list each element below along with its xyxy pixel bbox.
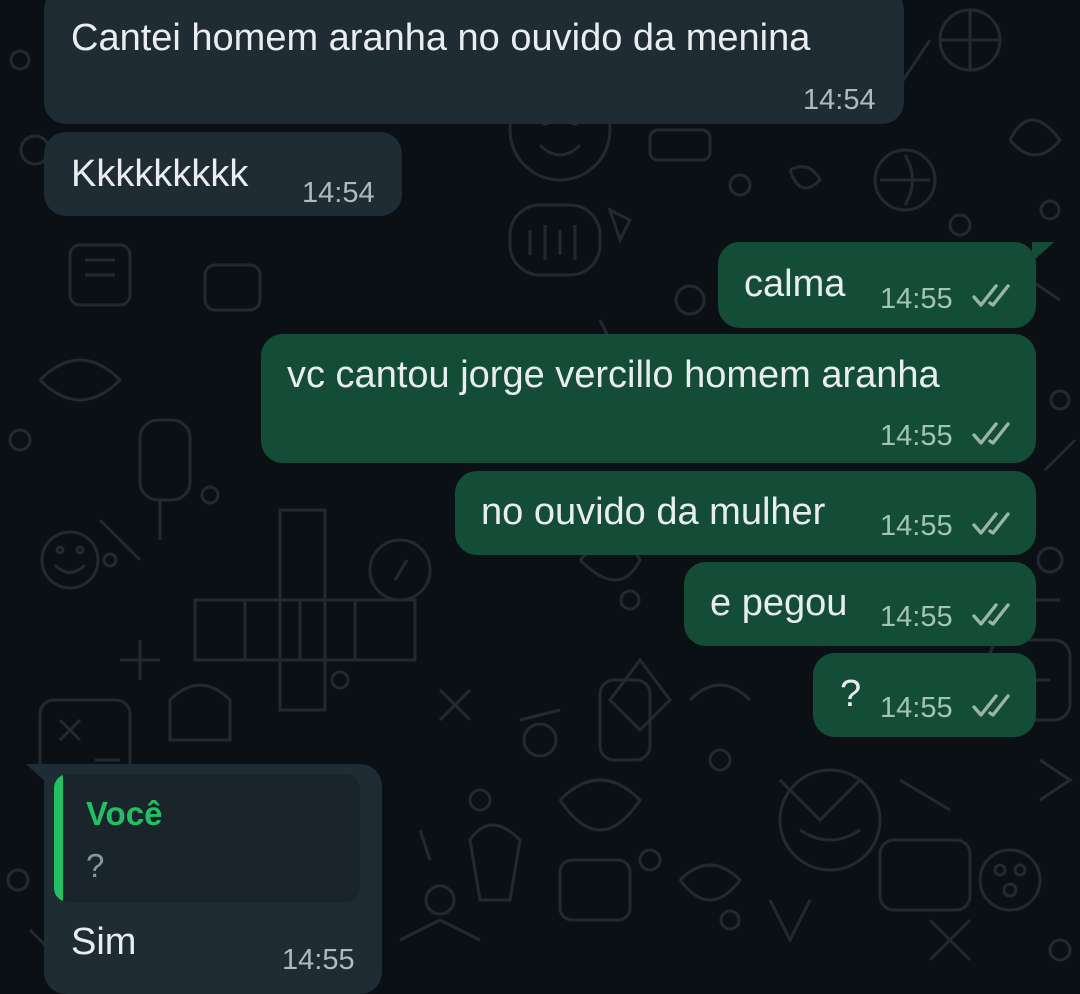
chat-area[interactable]: Cantei homem aranha no ouvido da menina … [0,0,1080,994]
message-time: 14:55 [880,510,953,542]
message-time: 14:55 [282,944,355,976]
message-bubble-outgoing[interactable]: ? 14:55 [813,653,1036,737]
read-double-check-icon [972,512,1010,535]
message-text: no ouvido da mulher [481,491,826,533]
message-time: 14:55 [880,283,953,315]
message-time: 14:55 [880,692,953,724]
quote-text: ? [86,847,105,884]
message-text: Sim [71,921,137,963]
read-double-check-icon [972,422,1010,445]
message-text: Kkkkkkkkk [71,153,249,195]
quote-author: Você [86,795,163,832]
message-text: Cantei homem aranha no ouvido da menina [71,17,811,59]
message-time: 14:55 [880,601,953,633]
message-bubble-outgoing[interactable]: calma 14:55 [718,242,1036,328]
quoted-message[interactable]: Você ? [54,774,360,902]
message-time: 14:54 [803,84,876,116]
read-double-check-icon [972,694,1010,717]
message-time: 14:54 [302,177,375,209]
read-double-check-icon [972,284,1010,307]
message-bubble-outgoing[interactable]: e pegou 14:55 [684,562,1036,646]
quote-accent-bar [54,774,63,902]
message-text: e pegou [710,582,848,624]
message-text: calma [744,263,846,305]
message-bubble-outgoing[interactable]: vc cantou jorge vercillo homem aranha 14… [261,334,1036,463]
message-time: 14:55 [880,420,953,452]
message-bubble-incoming[interactable]: Cantei homem aranha no ouvido da menina … [44,0,904,124]
message-text: ? [840,673,862,715]
read-double-check-icon [972,603,1010,626]
message-bubble-outgoing[interactable]: no ouvido da mulher 14:55 [455,471,1036,555]
message-bubble-incoming[interactable]: Kkkkkkkkk 14:54 [44,132,402,216]
message-bubble-incoming[interactable]: Você ? Sim 14:55 [44,764,382,994]
bubble-tail [1032,242,1054,262]
message-text: vc cantou jorge vercillo homem aranha [287,354,940,396]
